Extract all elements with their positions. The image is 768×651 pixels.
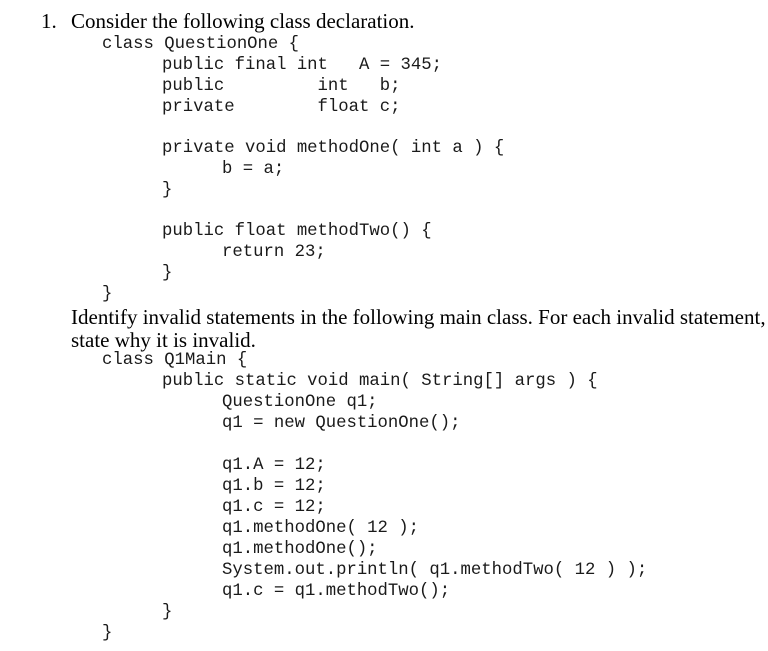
- code-line: QuestionOne q1;: [222, 393, 378, 412]
- code-line: q1.A = 12;: [222, 456, 326, 475]
- code-line: }: [162, 603, 173, 622]
- code-line: class QuestionOne {: [102, 35, 300, 54]
- instruction-text: state why it is invalid.: [71, 328, 256, 352]
- code-line: }: [102, 285, 113, 304]
- code-line: q1.methodOne( 12 );: [222, 519, 420, 538]
- instruction-text: Identify invalid statements in the follo…: [71, 305, 766, 329]
- code-line: b = a;: [222, 160, 285, 179]
- code-line: public static void main( String[] args )…: [162, 372, 598, 391]
- question-number: 1.: [41, 9, 57, 33]
- code-line: public float methodTwo() {: [162, 222, 432, 241]
- code-line: private float c;: [162, 98, 401, 117]
- code-line: }: [162, 181, 173, 200]
- code-line: public final int A = 345;: [162, 56, 443, 75]
- code-line: class Q1Main {: [102, 351, 248, 370]
- code-line: q1.methodOne();: [222, 540, 378, 559]
- code-line: }: [102, 624, 113, 643]
- code-line: }: [162, 264, 173, 283]
- code-line: System.out.println( q1.methodTwo( 12 ) )…: [222, 561, 648, 580]
- code-line: q1 = new QuestionOne();: [222, 414, 461, 433]
- code-line: q1.c = q1.methodTwo();: [222, 582, 451, 601]
- code-line: public int b;: [162, 77, 401, 96]
- code-line: q1.b = 12;: [222, 477, 326, 496]
- question-intro: Consider the following class declaration…: [71, 9, 415, 33]
- code-line: return 23;: [222, 243, 326, 262]
- code-line: private void methodOne( int a ) {: [162, 139, 505, 158]
- code-line: q1.c = 12;: [222, 498, 326, 517]
